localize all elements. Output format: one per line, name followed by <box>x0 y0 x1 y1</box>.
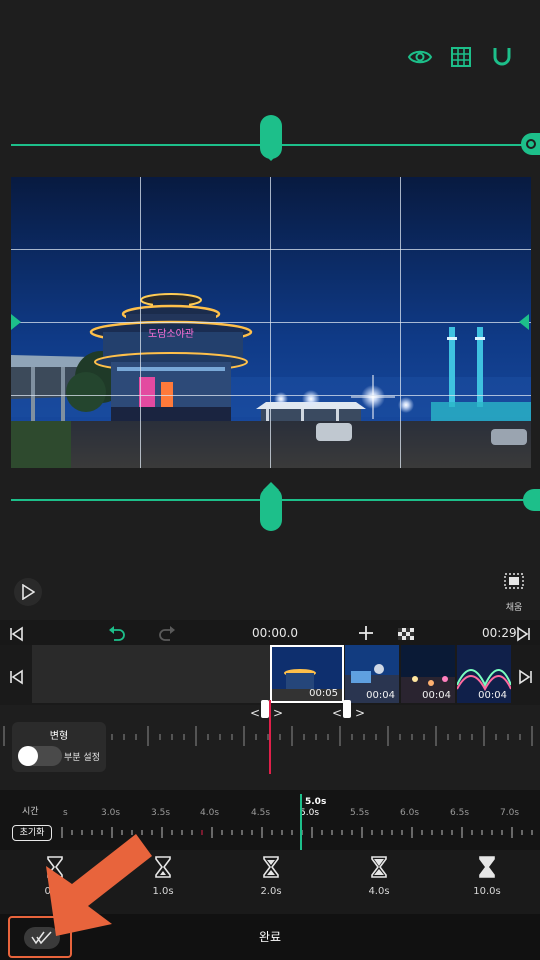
grid-line-h2 <box>11 322 531 323</box>
top-line-end-knob[interactable] <box>521 133 540 155</box>
preset-4.0s[interactable]: 4.0s <box>349 856 409 897</box>
right-edge-marker[interactable] <box>519 314 529 330</box>
done-button[interactable]: 완료 <box>240 928 300 945</box>
playhead <box>269 700 271 774</box>
top-position-tri <box>263 153 279 161</box>
clip-track: 00:05 00:04 00:04 00:04 <box>0 645 540 705</box>
trim-right-chevron-a: > <box>273 706 284 720</box>
transform-title: 변형 <box>49 731 69 742</box>
fill-frame-icon <box>504 573 524 589</box>
hourglass-icon <box>479 856 495 878</box>
clip-2[interactable]: 00:04 <box>345 645 399 703</box>
hourglass-icon <box>371 856 387 878</box>
redo-icon <box>159 626 175 641</box>
grid-icon[interactable] <box>448 44 474 70</box>
bottom-position-handle[interactable] <box>260 487 282 531</box>
empty-track-area <box>32 645 270 703</box>
next-clip-button[interactable] <box>516 667 536 687</box>
eye-icon[interactable] <box>407 44 433 70</box>
grid-line-h1 <box>11 249 531 250</box>
skip-start-button[interactable] <box>6 624 26 644</box>
clip-duration: 00:04 <box>478 690 507 701</box>
next-icon <box>519 669 532 685</box>
transparency-button[interactable] <box>396 625 416 643</box>
timeline-header: 00:00.0 00:29 <box>0 620 540 648</box>
pointer-arrow-icon <box>46 834 152 936</box>
clip-4[interactable]: 00:04 <box>457 645 511 703</box>
building-sign: 도담소야관 <box>148 328 194 340</box>
play-button[interactable] <box>14 578 42 606</box>
partial-toggle[interactable] <box>18 746 62 766</box>
plus-icon <box>359 626 373 640</box>
preset-label: 2.0s <box>260 886 282 897</box>
current-time: 00:00.0 <box>252 626 299 640</box>
trim-left-chevron: < <box>250 706 261 720</box>
skip-start-icon <box>10 626 23 642</box>
prev-icon <box>10 669 23 685</box>
trim-handle-left[interactable] <box>261 700 269 718</box>
skip-end-icon <box>517 626 530 642</box>
clip-duration: 00:04 <box>366 690 395 701</box>
preset-10.0s[interactable]: 10.0s <box>457 856 517 897</box>
preset-label: 4.0s <box>368 886 390 897</box>
checker-icon <box>398 628 414 640</box>
fill-button[interactable]: 채움 <box>498 572 530 613</box>
left-edge-marker[interactable] <box>11 314 21 330</box>
prev-clip-button[interactable] <box>6 667 26 687</box>
partial-label: 부분 설정 <box>64 753 100 763</box>
magnet-icon[interactable] <box>489 44 515 70</box>
trim-right-chevron: > <box>355 706 366 720</box>
add-clip-button[interactable] <box>356 623 376 643</box>
preset-label: 10.0s <box>473 886 501 897</box>
skip-end-button[interactable] <box>514 624 534 644</box>
trim-handle-right[interactable] <box>343 700 351 718</box>
video-preview[interactable]: 도담소야관 <box>11 177 531 468</box>
redo-button[interactable] <box>156 624 178 644</box>
play-icon <box>22 584 35 600</box>
fill-label: 채움 <box>505 603 523 613</box>
clip-duration: 00:04 <box>422 690 451 701</box>
trim-left-chevron-b: < <box>332 706 343 720</box>
clip-3[interactable]: 00:04 <box>401 645 455 703</box>
bottom-line-end-knob[interactable] <box>523 489 540 511</box>
transform-panel: 변형 부분 설정 <box>12 722 106 772</box>
undo-button[interactable] <box>106 624 128 644</box>
grid-line-h3 <box>11 395 531 396</box>
end-time: 00:29 <box>482 626 517 640</box>
undo-icon <box>109 626 125 641</box>
hourglass-icon <box>263 856 279 878</box>
preset-2.0s[interactable]: 2.0s <box>241 856 301 897</box>
duration-marker <box>300 794 302 850</box>
clip-duration: 00:05 <box>309 688 338 699</box>
clip-1[interactable]: 00:05 <box>270 645 344 703</box>
